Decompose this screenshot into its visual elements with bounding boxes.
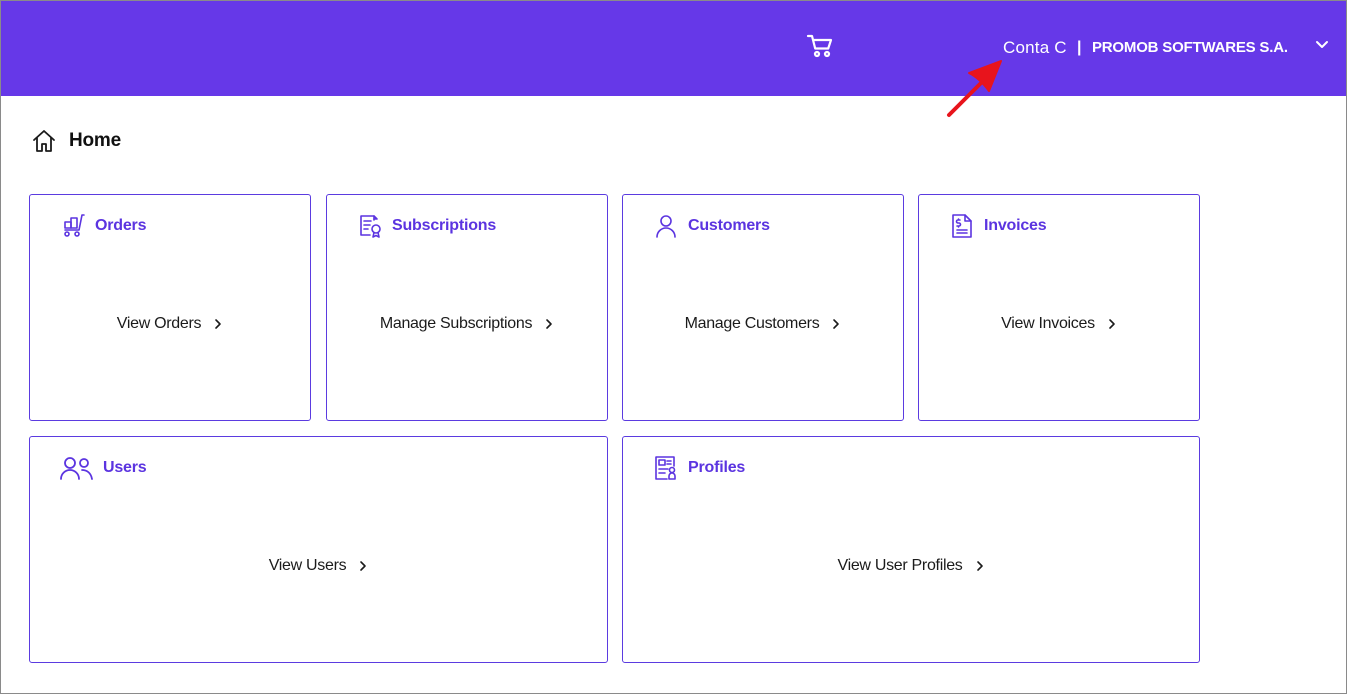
chevron-right-icon xyxy=(976,561,983,571)
view-user-profiles-link[interactable]: View User Profiles xyxy=(623,557,1199,575)
chevron-right-icon xyxy=(215,319,222,329)
chevron-right-icon xyxy=(546,319,552,329)
users-card-header: Users xyxy=(60,455,147,481)
home-icon[interactable] xyxy=(31,128,57,154)
view-users-link[interactable]: View Users xyxy=(30,557,607,575)
users-icon xyxy=(60,457,93,480)
view-user-profiles-label: View User Profiles xyxy=(837,557,963,574)
customers-card-header: Customers xyxy=(653,213,770,239)
company-name[interactable]: PROMOB SOFTWARES S.A. xyxy=(1092,37,1288,59)
breadcrumb: Home xyxy=(31,126,121,156)
cart-stack-icon xyxy=(64,214,85,237)
chevron-down-icon[interactable] xyxy=(1315,40,1329,50)
invoices-card[interactable]: Invoices View Invoices xyxy=(918,194,1200,421)
document-badge-icon xyxy=(360,215,381,238)
manage-customers-link[interactable]: Manage Customers xyxy=(623,315,903,333)
invoices-card-header: Invoices xyxy=(949,213,1047,239)
subscriptions-card[interactable]: Subscriptions Manage Subscriptions xyxy=(326,194,608,421)
orders-title: Orders xyxy=(95,217,147,234)
app-window: Conta C | PROMOB SOFTWARES S.A. Home Ord… xyxy=(0,0,1347,694)
view-invoices-link[interactable]: View Invoices xyxy=(919,315,1199,333)
manage-customers-label: Manage Customers xyxy=(684,315,820,332)
view-orders-label: View Orders xyxy=(116,315,202,332)
chevron-right-icon xyxy=(833,319,840,329)
orders-card[interactable]: Orders View Orders xyxy=(29,194,311,421)
chevron-right-icon xyxy=(1109,319,1115,329)
account-separator: | xyxy=(1077,39,1082,56)
subscriptions-title: Subscriptions xyxy=(392,217,497,234)
customers-title: Customers xyxy=(688,217,770,234)
person-icon xyxy=(656,215,676,238)
page-title: Home xyxy=(69,130,121,151)
orders-card-header: Orders xyxy=(60,213,146,239)
chevron-right-icon xyxy=(360,561,367,571)
account-name[interactable]: Conta C xyxy=(1003,37,1067,59)
invoices-title: Invoices xyxy=(984,217,1047,234)
profile-card-icon xyxy=(655,456,676,480)
view-invoices-label: View Invoices xyxy=(1001,315,1095,332)
profiles-card[interactable]: Profiles View User Profiles xyxy=(622,436,1200,663)
manage-subscriptions-label: Manage Subscriptions xyxy=(379,315,533,332)
view-users-label: View Users xyxy=(268,557,347,574)
customers-card[interactable]: Customers Manage Customers xyxy=(622,194,904,421)
invoice-dollar-icon xyxy=(952,214,972,238)
users-card[interactable]: Users View Users xyxy=(29,436,608,663)
profiles-card-header: Profiles xyxy=(653,455,745,481)
shopping-cart-icon[interactable] xyxy=(806,33,834,59)
users-title: Users xyxy=(103,459,147,476)
manage-subscriptions-link[interactable]: Manage Subscriptions xyxy=(327,315,607,333)
view-orders-link[interactable]: View Orders xyxy=(30,315,310,333)
top-navigation-bar: Conta C | PROMOB SOFTWARES S.A. xyxy=(1,1,1346,96)
subscriptions-card-header: Subscriptions xyxy=(357,213,496,239)
profiles-title: Profiles xyxy=(688,459,746,476)
